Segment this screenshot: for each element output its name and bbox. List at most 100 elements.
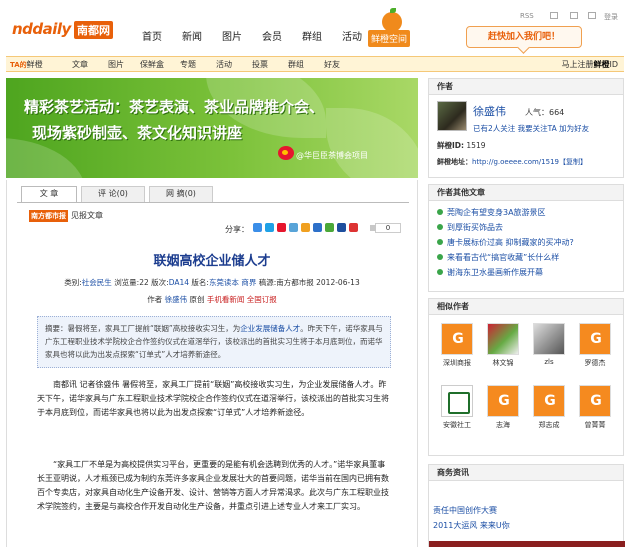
summary-link[interactable]: 企业发展储备人才 <box>240 324 300 333</box>
share-icons <box>253 223 361 232</box>
list-item[interactable]: 谢海东卫水墨画新作展开幕 <box>437 265 623 280</box>
related-author-name: 安徽社工 <box>443 421 471 429</box>
list-item[interactable]: 莞陶企有望变身3A旅游景区 <box>437 205 623 220</box>
author-name-link[interactable]: 徐盛伟 <box>165 295 188 304</box>
share-baidu-icon[interactable] <box>325 223 334 232</box>
nav-item-home[interactable]: 首页 <box>132 28 172 43</box>
tab-bookmarks-count: (0) <box>184 189 196 198</box>
login-link[interactable]: 登录 <box>604 12 618 22</box>
related-author[interactable]: 深圳商报 <box>439 323 475 368</box>
logo-cn: 南都网 <box>74 21 113 39</box>
source-badge-row: 南方都市报 见报文章 <box>29 210 103 222</box>
leaf-decoration <box>326 108 418 178</box>
article-title: 联姻高校企业储人才 <box>153 254 271 269</box>
author-address: 鲜橙地址：http://g.oeeee.com/1519【复制】 <box>437 157 587 167</box>
list-item[interactable]: 来看看古代“搞官收藏”长什么样 <box>437 250 623 265</box>
share-sohu-icon[interactable] <box>337 223 346 232</box>
avatar <box>441 385 473 417</box>
subnav-item-topics[interactable]: 专题 <box>170 59 206 70</box>
related-authors-box: 相似作者 深圳商报 林文锦 zls 罗德杰 安徽社工 志海 郑志成 曾菁菁 <box>428 298 624 456</box>
bookmark-icon[interactable] <box>550 12 558 19</box>
article-meta: 类别:社会民生 浏览量:22 版次:DA14 版名:东莞读本 商界 稿源:南方都… <box>7 277 417 288</box>
share-kaixin-icon[interactable] <box>301 223 310 232</box>
email-icon[interactable] <box>570 12 578 19</box>
related-author[interactable]: 郑志成 <box>531 385 567 430</box>
rss-link[interactable]: RSS <box>520 12 534 20</box>
other-articles-list: 莞陶企有望变身3A旅游景区 到厚街买饰品去 唐卡展标价过高 抑制藏家的买冲动? … <box>429 201 623 280</box>
tab-article[interactable]: 文 章 <box>21 186 77 202</box>
other-articles-box: 作者其他文章 莞陶企有望变身3A旅游景区 到厚街买饰品去 唐卡展标价过高 抑制藏… <box>428 184 624 292</box>
tab-bookmarks[interactable]: 网 摘(0) <box>149 186 213 202</box>
other-articles-header: 作者其他文章 <box>429 185 623 201</box>
article-paragraph: 南都讯 记者徐盛伟 暑假将至，家具工厂提前“联姻”高校接收实习生，为企业发展储备… <box>37 380 389 417</box>
nav-item-photos[interactable]: 图片 <box>212 28 252 43</box>
subscribe-link[interactable]: 全国订报 <box>247 295 277 304</box>
nav-item-events[interactable]: 活动 <box>332 28 372 43</box>
meta-views-label: 浏览量: <box>114 278 140 287</box>
related-author[interactable]: 曾菁菁 <box>577 385 613 430</box>
share-douban-icon[interactable] <box>313 223 322 232</box>
orange-icon <box>382 8 402 32</box>
ad-strip[interactable] <box>429 541 625 547</box>
meta-edition[interactable]: DA14 <box>169 278 189 287</box>
tab-comments-count: (0) <box>116 189 128 198</box>
list-item[interactable]: 到厚街买饰品去 <box>437 220 623 235</box>
meta-date: 2012-06-13 <box>316 278 360 287</box>
nav-item-news[interactable]: 新闻 <box>172 28 212 43</box>
meta-section-label: 版名: <box>191 278 209 287</box>
related-author[interactable]: 安徽社工 <box>439 385 475 430</box>
nav-item-groups[interactable]: 群组 <box>292 28 332 43</box>
window-icon[interactable] <box>588 12 596 19</box>
copy-address-button[interactable]: 【复制】 <box>559 158 587 166</box>
share-weibo-icon[interactable] <box>277 223 286 232</box>
mobile-news-link[interactable]: 手机看新闻 <box>207 295 245 304</box>
subnav-item-groups[interactable]: 群组 <box>278 59 314 70</box>
business-news-item[interactable]: 责任中国创作大赛 <box>433 505 497 516</box>
subnav-item-votes[interactable]: 投票 <box>242 59 278 70</box>
avatar <box>533 323 565 355</box>
related-author-name: 罗德杰 <box>584 359 606 367</box>
related-authors-header: 相似作者 <box>429 299 623 315</box>
share-count[interactable]: 0 <box>370 223 401 233</box>
business-news-item[interactable]: 2011大运风 来来U你 <box>433 520 510 531</box>
related-author[interactable]: 罗德杰 <box>577 323 613 368</box>
tea-event-banner[interactable]: 精彩茶艺活动：茶艺表演、茶业品牌推介会、 现场紫砂制壶、茶文化知识讲座 @华巨臣… <box>6 78 418 178</box>
tab-comments[interactable]: 评 论(0) <box>81 186 145 202</box>
meta-section[interactable]: 东莞读本 商界 <box>209 278 256 287</box>
banner-line-2: 现场紫砂制壶、茶文化知识讲座 <box>32 124 243 142</box>
follow-links[interactable]: 已有2人关注 我要关注TA 加为好友 <box>473 123 589 134</box>
meta-category[interactable]: 社会民生 <box>82 278 112 287</box>
summary-prefix: 摘要：暑假将至，家具工厂提前“联姻”高校接收实习生，为 <box>45 324 241 333</box>
subnav-item-friends[interactable]: 好友 <box>314 59 350 70</box>
share-renren-icon[interactable] <box>289 223 298 232</box>
related-author[interactable]: 林文锦 <box>485 323 521 368</box>
source-text: 见报文章 <box>71 211 103 220</box>
avatar[interactable] <box>437 101 467 131</box>
share-tqq-icon[interactable] <box>265 223 274 232</box>
author-popularity: 人气：664 <box>525 108 565 117</box>
nav-item-members[interactable]: 会员 <box>252 28 292 43</box>
leaf-decoration <box>6 138 86 178</box>
list-item[interactable]: 唐卡展标价过高 抑制藏家的买冲动? <box>437 235 623 250</box>
register-bold: 鲜橙 <box>593 60 610 69</box>
avatar <box>487 323 519 355</box>
tab-comments-label: 评 论 <box>98 189 117 198</box>
subnav-item-photos[interactable]: 图片 <box>98 59 134 70</box>
author-name[interactable]: 徐盛伟 <box>473 103 506 119</box>
share-netease-icon[interactable] <box>349 223 358 232</box>
join-us-button[interactable]: 赶快加入我们吧！ <box>466 26 582 48</box>
xiancheng-space-link[interactable]: 鲜橙空间 <box>368 8 420 47</box>
related-author-name: 曾菁菁 <box>584 421 606 429</box>
register-link[interactable]: 马上注册鲜橙ID <box>561 59 618 70</box>
author-address-url[interactable]: http://g.oeeee.com/1519 <box>472 158 559 166</box>
subnav-item-events[interactable]: 活动 <box>206 59 242 70</box>
subnav-item-keepbox[interactable]: 保鲜盒 <box>134 59 170 70</box>
author-box: 作者 徐盛伟 人气：664 已有2人关注 我要关注TA 加为好友 鲜橙ID: 1… <box>428 78 624 178</box>
share-qzone-icon[interactable] <box>253 223 262 232</box>
subnav-item-articles[interactable]: 文章 <box>62 59 98 70</box>
related-author[interactable]: 志海 <box>485 385 521 430</box>
avatar <box>441 323 473 355</box>
related-author[interactable]: zls <box>531 323 567 366</box>
meta-views: 22 <box>139 278 149 287</box>
site-logo[interactable]: nddaily 南都网 <box>12 20 116 42</box>
